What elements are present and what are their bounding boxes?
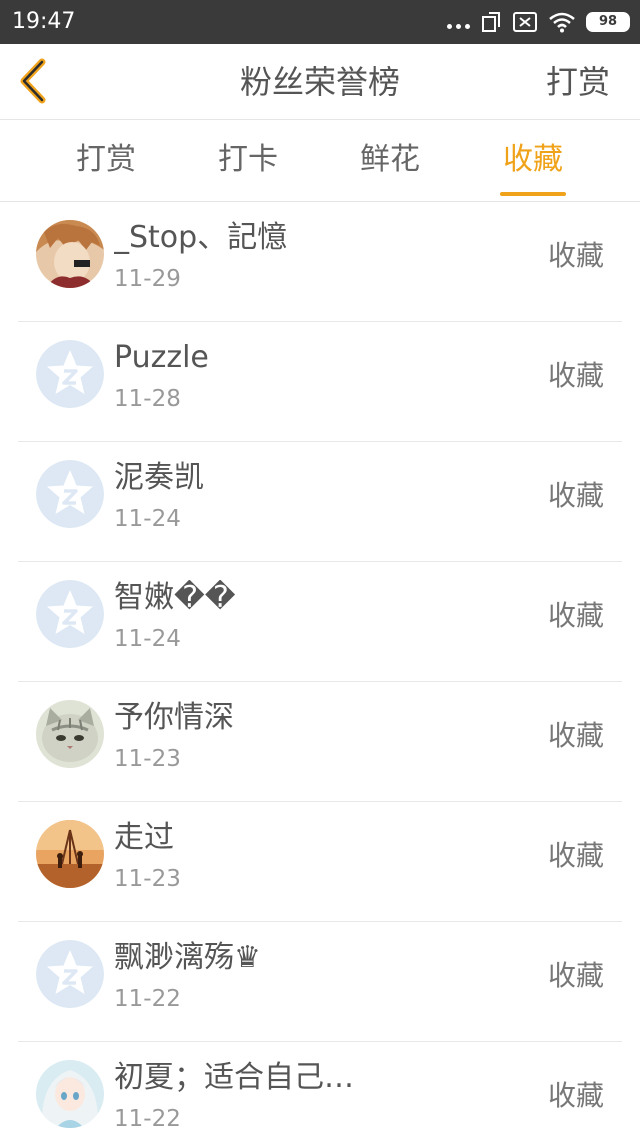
fan-action-label: 收藏 — [547, 239, 604, 272]
avatar[interactable] — [36, 1060, 104, 1128]
fan-date: 11-22 — [114, 986, 181, 1012]
fan-date: 11-24 — [114, 506, 181, 532]
default-avatar-icon[interactable] — [36, 940, 104, 1008]
avatar[interactable] — [36, 820, 104, 888]
no-sim-icon — [513, 12, 537, 32]
tab-favorites[interactable]: 收藏 — [483, 120, 583, 202]
status-time: 19:47 — [12, 9, 76, 34]
tab-bar: 打赏 打卡 鲜花 收藏 — [0, 120, 640, 202]
battery-icon: 98 — [586, 12, 630, 32]
reward-button[interactable]: 打赏 — [546, 62, 610, 102]
tab-flowers[interactable]: 鲜花 — [340, 120, 440, 202]
battery-level: 98 — [598, 14, 618, 29]
header: 粉丝荣誉榜 打赏 — [0, 44, 640, 120]
wifi-icon — [549, 12, 575, 33]
active-tab-indicator — [500, 192, 566, 196]
fan-list-item[interactable]: 泥奏凯 11-24 收藏 — [0, 442, 640, 562]
fan-date: 11-28 — [114, 386, 181, 412]
status-bar: 19:47 98 — [0, 0, 640, 44]
fan-name: 泥奏凯 — [114, 460, 204, 495]
fan-list-item[interactable]: _Stop、記憶 11-29 收藏 — [0, 202, 640, 322]
fan-action-label: 收藏 — [547, 359, 604, 392]
fan-name: 初夏；适合自己… — [114, 1060, 354, 1095]
fan-name: 智嫩�� — [114, 580, 236, 615]
status-icons: 98 — [447, 8, 630, 36]
fan-name: 走过 — [114, 820, 174, 855]
fan-date: 11-24 — [114, 626, 181, 652]
fan-action-label: 收藏 — [547, 839, 604, 872]
fan-list-item[interactable]: 智嫩�� 11-24 收藏 — [0, 562, 640, 682]
fan-list-item[interactable]: 飘渺漓殇♛ 11-22 收藏 — [0, 922, 640, 1042]
page-title: 粉丝荣誉榜 — [239, 63, 400, 101]
fan-name: 予你情深 — [114, 700, 234, 735]
avatar[interactable] — [36, 220, 104, 288]
fan-action-label: 收藏 — [547, 959, 604, 992]
fan-action-label: 收藏 — [547, 719, 604, 752]
fan-name: Puzzle — [114, 340, 209, 375]
fan-list-item[interactable]: 走过 11-23 收藏 — [0, 802, 640, 922]
fan-list-item[interactable]: 初夏；适合自己… 11-22 收藏 — [0, 1042, 640, 1138]
default-avatar-icon[interactable] — [36, 340, 104, 408]
tab-checkin[interactable]: 打卡 — [198, 120, 298, 202]
fan-date: 11-23 — [114, 746, 181, 772]
tab-reward[interactable]: 打赏 — [56, 120, 156, 202]
rotate-icon — [482, 12, 500, 32]
avatar[interactable] — [36, 700, 104, 768]
fan-list: _Stop、記憶 11-29 收藏 Puzzle 11-28 收藏 泥奏凯 11-24 收藏 智嫩… — [0, 202, 640, 1138]
fan-date: 11-23 — [114, 866, 181, 892]
fan-action-label: 收藏 — [547, 479, 604, 512]
fan-date: 11-22 — [114, 1106, 181, 1132]
fan-list-item[interactable]: Puzzle 11-28 收藏 — [0, 322, 640, 442]
default-avatar-icon[interactable] — [36, 460, 104, 528]
fan-date: 11-29 — [114, 266, 181, 292]
fan-name: 飘渺漓殇♛ — [114, 940, 261, 975]
fan-list-item[interactable]: 予你情深 11-23 收藏 — [0, 682, 640, 802]
fan-name: _Stop、記憶 — [114, 220, 288, 255]
fan-action-label: 收藏 — [547, 1079, 604, 1112]
fan-action-label: 收藏 — [547, 599, 604, 632]
more-dots-icon — [447, 8, 470, 36]
default-avatar-icon[interactable] — [36, 580, 104, 648]
